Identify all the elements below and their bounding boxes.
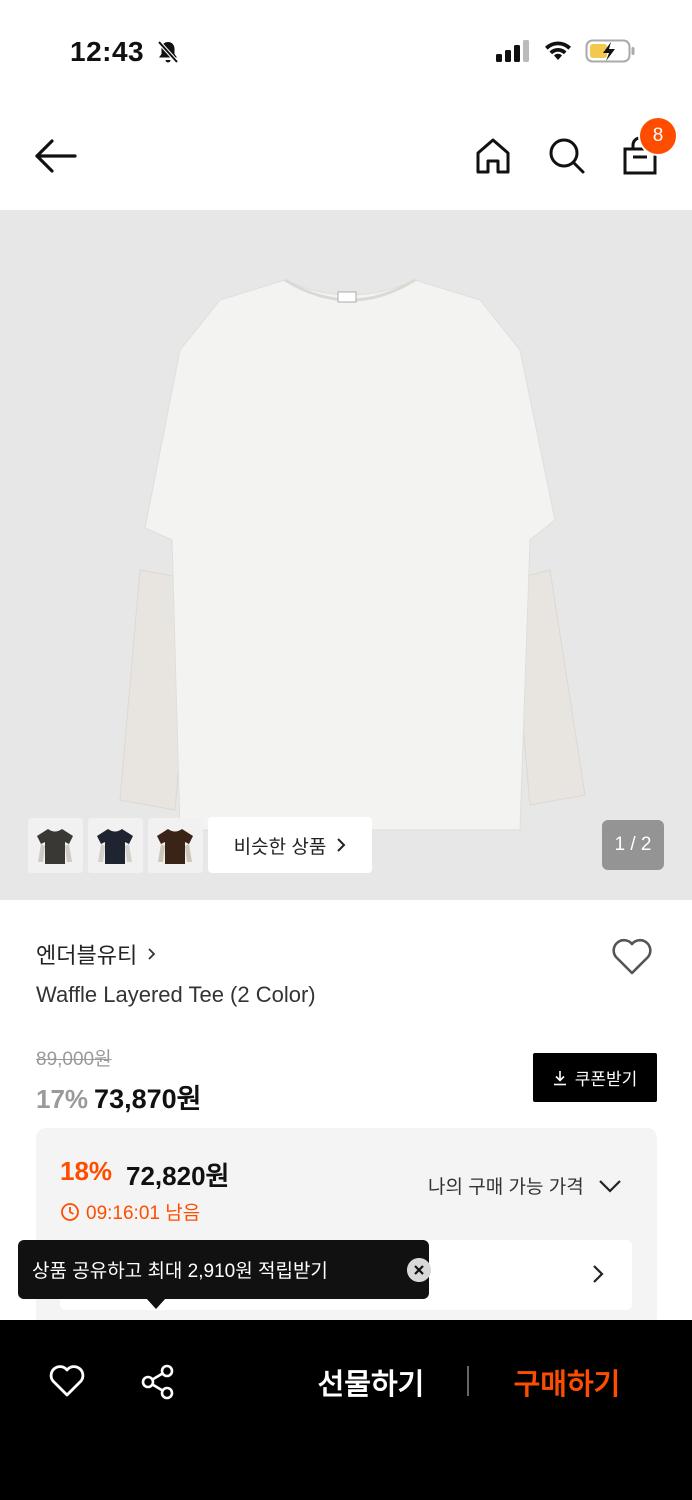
buy-button[interactable]: 구매하기 [496, 1360, 638, 1404]
color-thumbnail-brown[interactable] [148, 818, 203, 873]
download-icon [553, 1070, 566, 1085]
signal-icon [496, 40, 529, 62]
similar-products-label: 비슷한 상품 [233, 836, 327, 858]
battery-charging-icon [585, 39, 635, 63]
sale-price: 73,870원 [94, 1084, 202, 1114]
home-icon[interactable] [474, 136, 512, 176]
clock-icon [61, 1202, 79, 1221]
top-navigation: 8 [0, 100, 692, 210]
product-name: Waffle Layered Tee (2 Color) [36, 982, 316, 1007]
coupon-download-button[interactable]: 쿠폰받기 [533, 1053, 657, 1102]
chevron-right-icon [148, 948, 156, 960]
heart-icon[interactable] [48, 1363, 86, 1399]
bell-slash-icon [157, 40, 179, 64]
status-time: 12:43 [70, 36, 145, 67]
wishlist-heart-icon[interactable] [610, 937, 654, 977]
brand-link[interactable]: 엔더블유티 [36, 938, 156, 970]
discount-rate: 17% [36, 1084, 89, 1114]
share-icon[interactable] [139, 1363, 177, 1401]
color-thumbnail-navy[interactable] [88, 818, 143, 873]
coupon-label: 쿠폰받기 [574, 1070, 638, 1089]
bottom-action-bar: 선물하기 구매하기 [0, 1320, 692, 1500]
chevron-right-icon [593, 1265, 604, 1283]
share-reward-tooltip: 상품 공유하고 최대 2,910원 적립받기 [18, 1240, 431, 1299]
brand-name: 엔더블유티 [36, 943, 138, 968]
similar-products-button[interactable]: 비슷한 상품 [208, 817, 372, 873]
product-image-gallery[interactable]: 비슷한 상품 1 / 2 [0, 210, 692, 900]
my-price: 72,820원 [126, 1161, 230, 1191]
product-photo [119, 278, 586, 831]
image-page-indicator: 1 / 2 [602, 820, 664, 870]
my-discount-rate: 18% [60, 1156, 113, 1186]
chevron-down-icon [598, 1179, 621, 1193]
status-bar: 12:43 [0, 0, 692, 100]
cart-count-badge: 8 [638, 116, 678, 156]
color-thumbnail-charcoal[interactable] [28, 818, 83, 873]
my-price-toggle[interactable]: 나의 구매 가능 가격 [428, 1172, 622, 1199]
close-icon[interactable] [407, 1258, 431, 1282]
countdown-timer: 09:16:01 남음 [60, 1198, 200, 1225]
back-arrow-icon[interactable] [34, 138, 78, 174]
my-price-toggle-label: 나의 구매 가능 가격 [428, 1177, 584, 1198]
tooltip-text: 상품 공유하고 최대 2,910원 적립받기 [32, 1261, 328, 1282]
original-price: 89,000원 [36, 1049, 112, 1070]
wifi-icon [545, 41, 571, 60]
gift-button[interactable]: 선물하기 [300, 1360, 442, 1404]
timer-text: 09:16:01 남음 [86, 1203, 201, 1224]
tooltip-arrow [146, 1298, 166, 1309]
price-row: 17% 73,870원 [36, 1077, 201, 1116]
search-icon[interactable] [547, 136, 587, 176]
button-divider [467, 1366, 469, 1396]
chevron-right-icon [337, 838, 346, 852]
